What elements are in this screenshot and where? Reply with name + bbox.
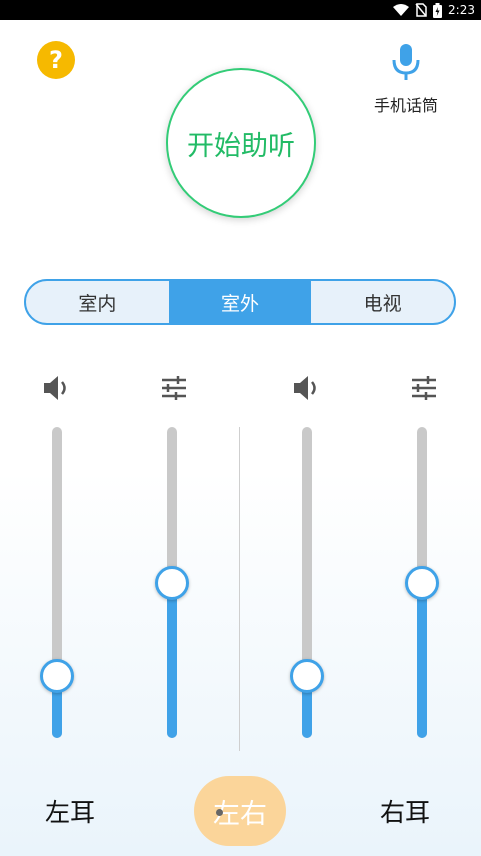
battery-icon [433,2,443,18]
status-icons: 2:23 [393,2,475,18]
help-button[interactable]: ? [37,41,75,79]
right-volume-slider-knob[interactable] [290,658,324,693]
microphone-icon [392,44,420,80]
mic-label: 手机话筒 [373,96,438,115]
left-ear-button[interactable]: 左耳 [45,793,95,829]
start-hearing-button[interactable]: 开始助听 [166,68,316,218]
left-tone-slider-knob[interactable] [155,565,189,600]
volume-icon-right [294,376,316,400]
status-bar: 2:23 [0,0,481,20]
help-symbol: ? [49,46,63,74]
both-ears-button[interactable]: 左右 [194,776,286,846]
equalizer-icon-right [412,376,436,400]
ear-divider [239,427,240,751]
mode-tab-indoor[interactable]: 室内 [26,281,169,323]
phone-mic-button[interactable]: 手机话筒 [362,44,450,116]
mode-tab-outdoor[interactable]: 室外 [168,281,312,323]
status-time: 2:23 [448,3,475,17]
both-ears-indicator-dot [216,809,223,816]
equalizer-icon-left [162,376,186,400]
right-tone-slider-knob[interactable] [405,565,439,600]
left-volume-slider-knob[interactable] [40,658,74,693]
start-label: 开始助听 [187,130,295,162]
left-tone-fill [167,582,177,738]
volume-icon-left [44,376,66,400]
no-sim-icon [415,3,427,17]
mode-tab-tv[interactable]: 电视 [311,281,454,323]
right-tone-fill [417,582,427,738]
right-ear-button[interactable]: 右耳 [380,793,430,829]
mode-selector: 室内 室外 电视 [24,279,456,325]
wifi-icon [393,4,410,16]
